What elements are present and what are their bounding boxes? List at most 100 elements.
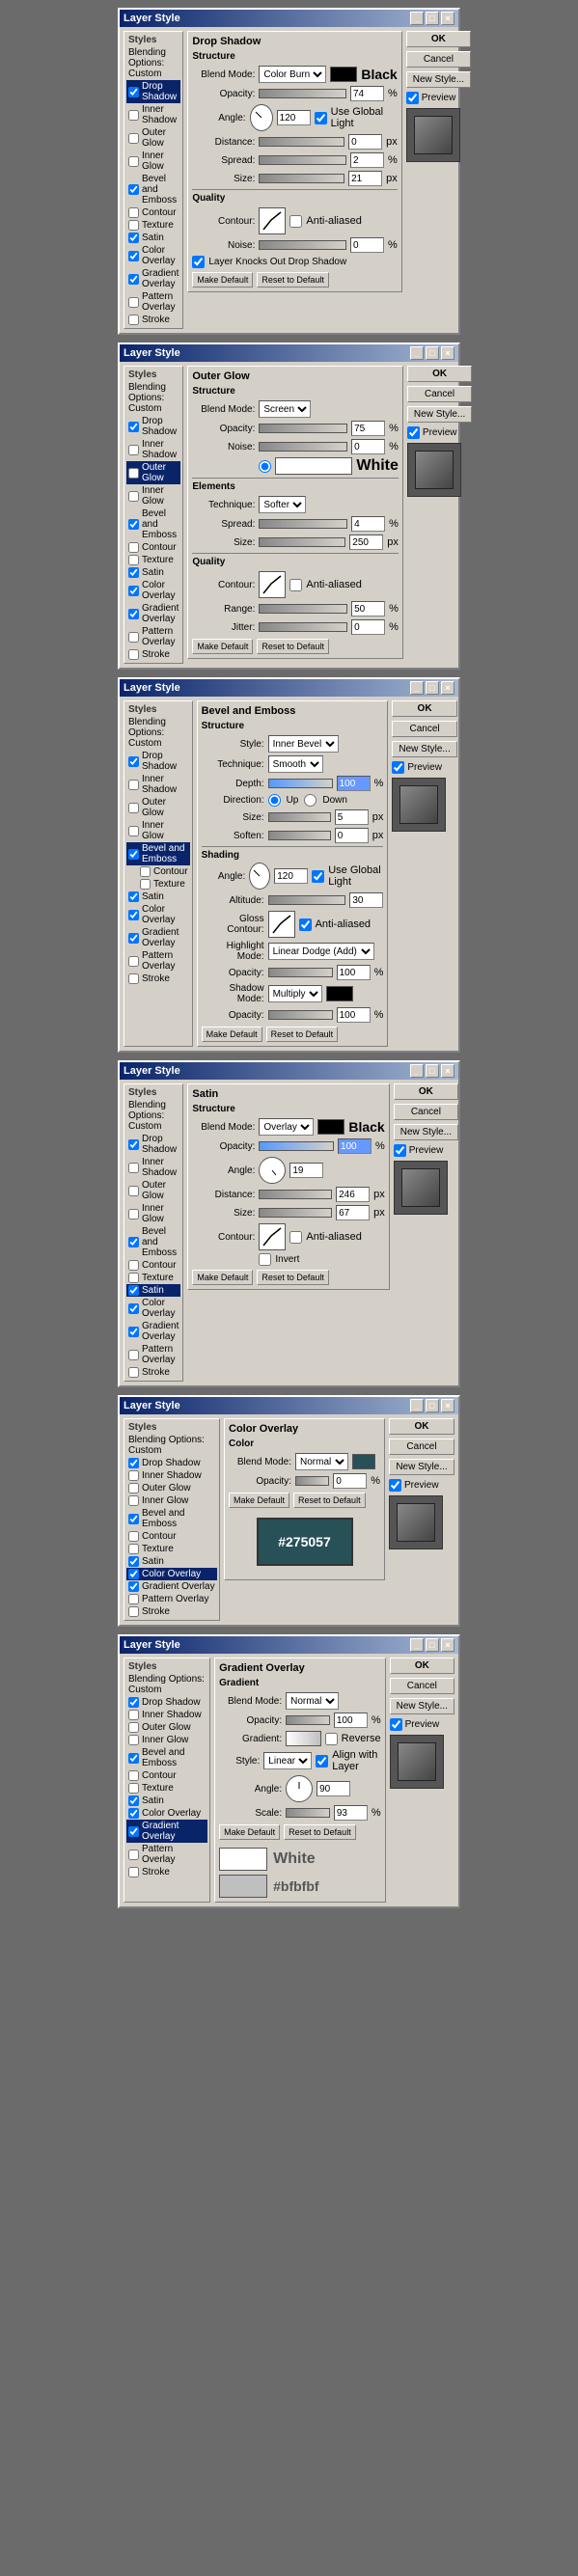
cb-pattern-overlay-1[interactable] [128, 297, 139, 308]
make-default-btn-4[interactable]: Make Default [192, 1270, 253, 1285]
altitude-input-3[interactable] [349, 892, 383, 908]
sb6-satin[interactable]: Satin [126, 1795, 207, 1807]
cancel-btn-5[interactable]: Cancel [389, 1439, 454, 1455]
opacity-slider-1[interactable] [259, 89, 346, 98]
angle-dial-3[interactable] [249, 863, 270, 890]
preview-cb-6[interactable] [390, 1718, 402, 1731]
color-overlay-swatch-5[interactable] [352, 1454, 375, 1469]
global-light-cb-1[interactable] [315, 112, 327, 124]
sb3-bevel[interactable]: Bevel and Emboss [126, 842, 190, 865]
cancel-btn-3[interactable]: Cancel [392, 721, 456, 737]
size-input-2[interactable] [349, 534, 383, 550]
close-btn-3[interactable]: × [441, 681, 454, 695]
sb4-inner-shadow[interactable]: Inner Shadow [126, 1156, 180, 1179]
dir-down-3[interactable] [304, 794, 317, 807]
sidebar-texture-2[interactable]: Texture [126, 554, 180, 566]
anti-aliased-cb-3[interactable] [299, 918, 312, 931]
shadow-mode-select-3[interactable]: Multiply [268, 985, 322, 1002]
gradient-start-swatch-6[interactable] [219, 1848, 267, 1871]
cb-contour-1[interactable] [128, 207, 139, 218]
make-default-btn-6[interactable]: Make Default [219, 1824, 280, 1840]
new-style-btn-4[interactable]: New Style... [394, 1124, 458, 1140]
close-btn-4[interactable]: × [441, 1064, 454, 1078]
sb5-inner-glow[interactable]: Inner Glow [126, 1494, 217, 1507]
new-style-btn-2[interactable]: New Style... [407, 406, 472, 423]
dir-up-3[interactable] [268, 794, 281, 807]
sidebar-outer-glow-2[interactable]: Outer Glow [126, 461, 180, 484]
angle-input-1[interactable] [277, 110, 311, 125]
sb4-gradient-overlay[interactable]: Gradient Overlay [126, 1320, 180, 1343]
spread-slider-1[interactable] [259, 155, 346, 165]
align-with-layer-cb-6[interactable] [316, 1755, 328, 1768]
maximize-btn-4[interactable]: □ [426, 1064, 439, 1078]
size-input-3[interactable] [335, 809, 369, 825]
sb6-bevel[interactable]: Bevel and Emboss [126, 1746, 207, 1769]
contour-preview-1[interactable] [259, 207, 286, 234]
gradient-end-swatch-6[interactable] [219, 1875, 267, 1898]
sidebar-inner-shadow-2[interactable]: Inner Shadow [126, 438, 180, 461]
cancel-btn-4[interactable]: Cancel [394, 1104, 458, 1120]
sidebar-item-contour-1[interactable]: Contour [126, 206, 180, 219]
cb-satin-1[interactable] [128, 233, 139, 243]
sb5-inner-shadow[interactable]: Inner Shadow [126, 1469, 217, 1482]
cb-bevel-1[interactable] [128, 184, 139, 195]
blend-mode-select-2[interactable]: Screen [259, 400, 311, 418]
sb6-color-overlay[interactable]: Color Overlay [126, 1807, 207, 1820]
layer-knocks-cb-1[interactable] [192, 256, 205, 268]
sb4-bevel[interactable]: Bevel and Emboss [126, 1225, 180, 1259]
anti-aliased-cb-4[interactable] [289, 1231, 302, 1244]
angle-input-6[interactable] [317, 1781, 350, 1796]
close-btn-2[interactable]: × [441, 346, 454, 360]
sb5-satin[interactable]: Satin [126, 1555, 217, 1568]
cb-gradient-overlay-1[interactable] [128, 274, 139, 285]
cancel-btn-1[interactable]: Cancel [406, 51, 471, 68]
range-input-2[interactable] [351, 601, 385, 617]
sb4-outer-glow[interactable]: Outer Glow [126, 1179, 180, 1202]
sidebar-item-blending-1[interactable]: Blending Options: Custom [126, 46, 180, 80]
close-btn-5[interactable]: × [441, 1399, 454, 1412]
minimize-btn-5[interactable]: _ [410, 1399, 424, 1412]
shadow-color-swatch-3[interactable] [326, 986, 353, 1001]
reset-default-btn-6[interactable]: Reset to Default [284, 1824, 356, 1840]
new-style-btn-6[interactable]: New Style... [390, 1698, 454, 1714]
sb4-stroke[interactable]: Stroke [126, 1366, 180, 1379]
angle-dial-4[interactable] [259, 1157, 286, 1184]
sb3-blending[interactable]: Blending Options: Custom [126, 716, 190, 750]
blend-mode-select-1[interactable]: Color Burn [259, 66, 326, 83]
new-style-btn-5[interactable]: New Style... [389, 1459, 454, 1475]
satin-color-swatch-4[interactable] [317, 1119, 344, 1135]
sb4-drop-shadow[interactable]: Drop Shadow [126, 1133, 180, 1156]
sb4-contour[interactable]: Contour [126, 1259, 180, 1272]
sidebar-item-stroke-1[interactable]: Stroke [126, 314, 180, 326]
noise-input-2[interactable] [351, 439, 385, 454]
distance-slider-1[interactable] [259, 137, 344, 147]
reset-default-btn-2[interactable]: Reset to Default [257, 639, 329, 654]
sb3-contour[interactable]: Contour [126, 865, 190, 878]
sb3-gradient-overlay[interactable]: Gradient Overlay [126, 926, 190, 949]
size-input-1[interactable] [348, 171, 382, 186]
sb4-inner-glow[interactable]: Inner Glow [126, 1202, 180, 1225]
reverse-cb-6[interactable] [325, 1733, 338, 1745]
sb5-gradient-overlay[interactable]: Gradient Overlay [126, 1580, 217, 1593]
sidebar-item-gradient-overlay-1[interactable]: Gradient Overlay [126, 267, 180, 290]
sb5-drop-shadow[interactable]: Drop Shadow [126, 1457, 217, 1469]
sb5-color-overlay[interactable]: Color Overlay [126, 1568, 217, 1580]
maximize-btn-3[interactable]: □ [426, 681, 439, 695]
sb6-gradient-overlay[interactable]: Gradient Overlay [126, 1820, 207, 1843]
angle-input-3[interactable] [274, 868, 308, 884]
reset-default-btn-4[interactable]: Reset to Default [257, 1270, 329, 1285]
sb3-texture[interactable]: Texture [126, 878, 190, 891]
cancel-btn-6[interactable]: Cancel [390, 1678, 454, 1694]
anti-aliased-cb-1[interactable] [289, 215, 302, 228]
sb4-pattern-overlay[interactable]: Pattern Overlay [126, 1343, 180, 1366]
ok-btn-5[interactable]: OK [389, 1418, 454, 1435]
sb4-texture[interactable]: Texture [126, 1272, 180, 1284]
sb3-outer-glow[interactable]: Outer Glow [126, 796, 190, 819]
opacity-input-6[interactable] [334, 1713, 368, 1728]
cb-inner-shadow-1[interactable] [128, 110, 139, 121]
sb3-pattern-overlay[interactable]: Pattern Overlay [126, 949, 190, 973]
scale-input-6[interactable] [334, 1805, 368, 1821]
sidebar-inner-glow-2[interactable]: Inner Glow [126, 484, 180, 507]
sb5-bevel[interactable]: Bevel and Emboss [126, 1507, 217, 1530]
cancel-btn-2[interactable]: Cancel [407, 386, 472, 402]
